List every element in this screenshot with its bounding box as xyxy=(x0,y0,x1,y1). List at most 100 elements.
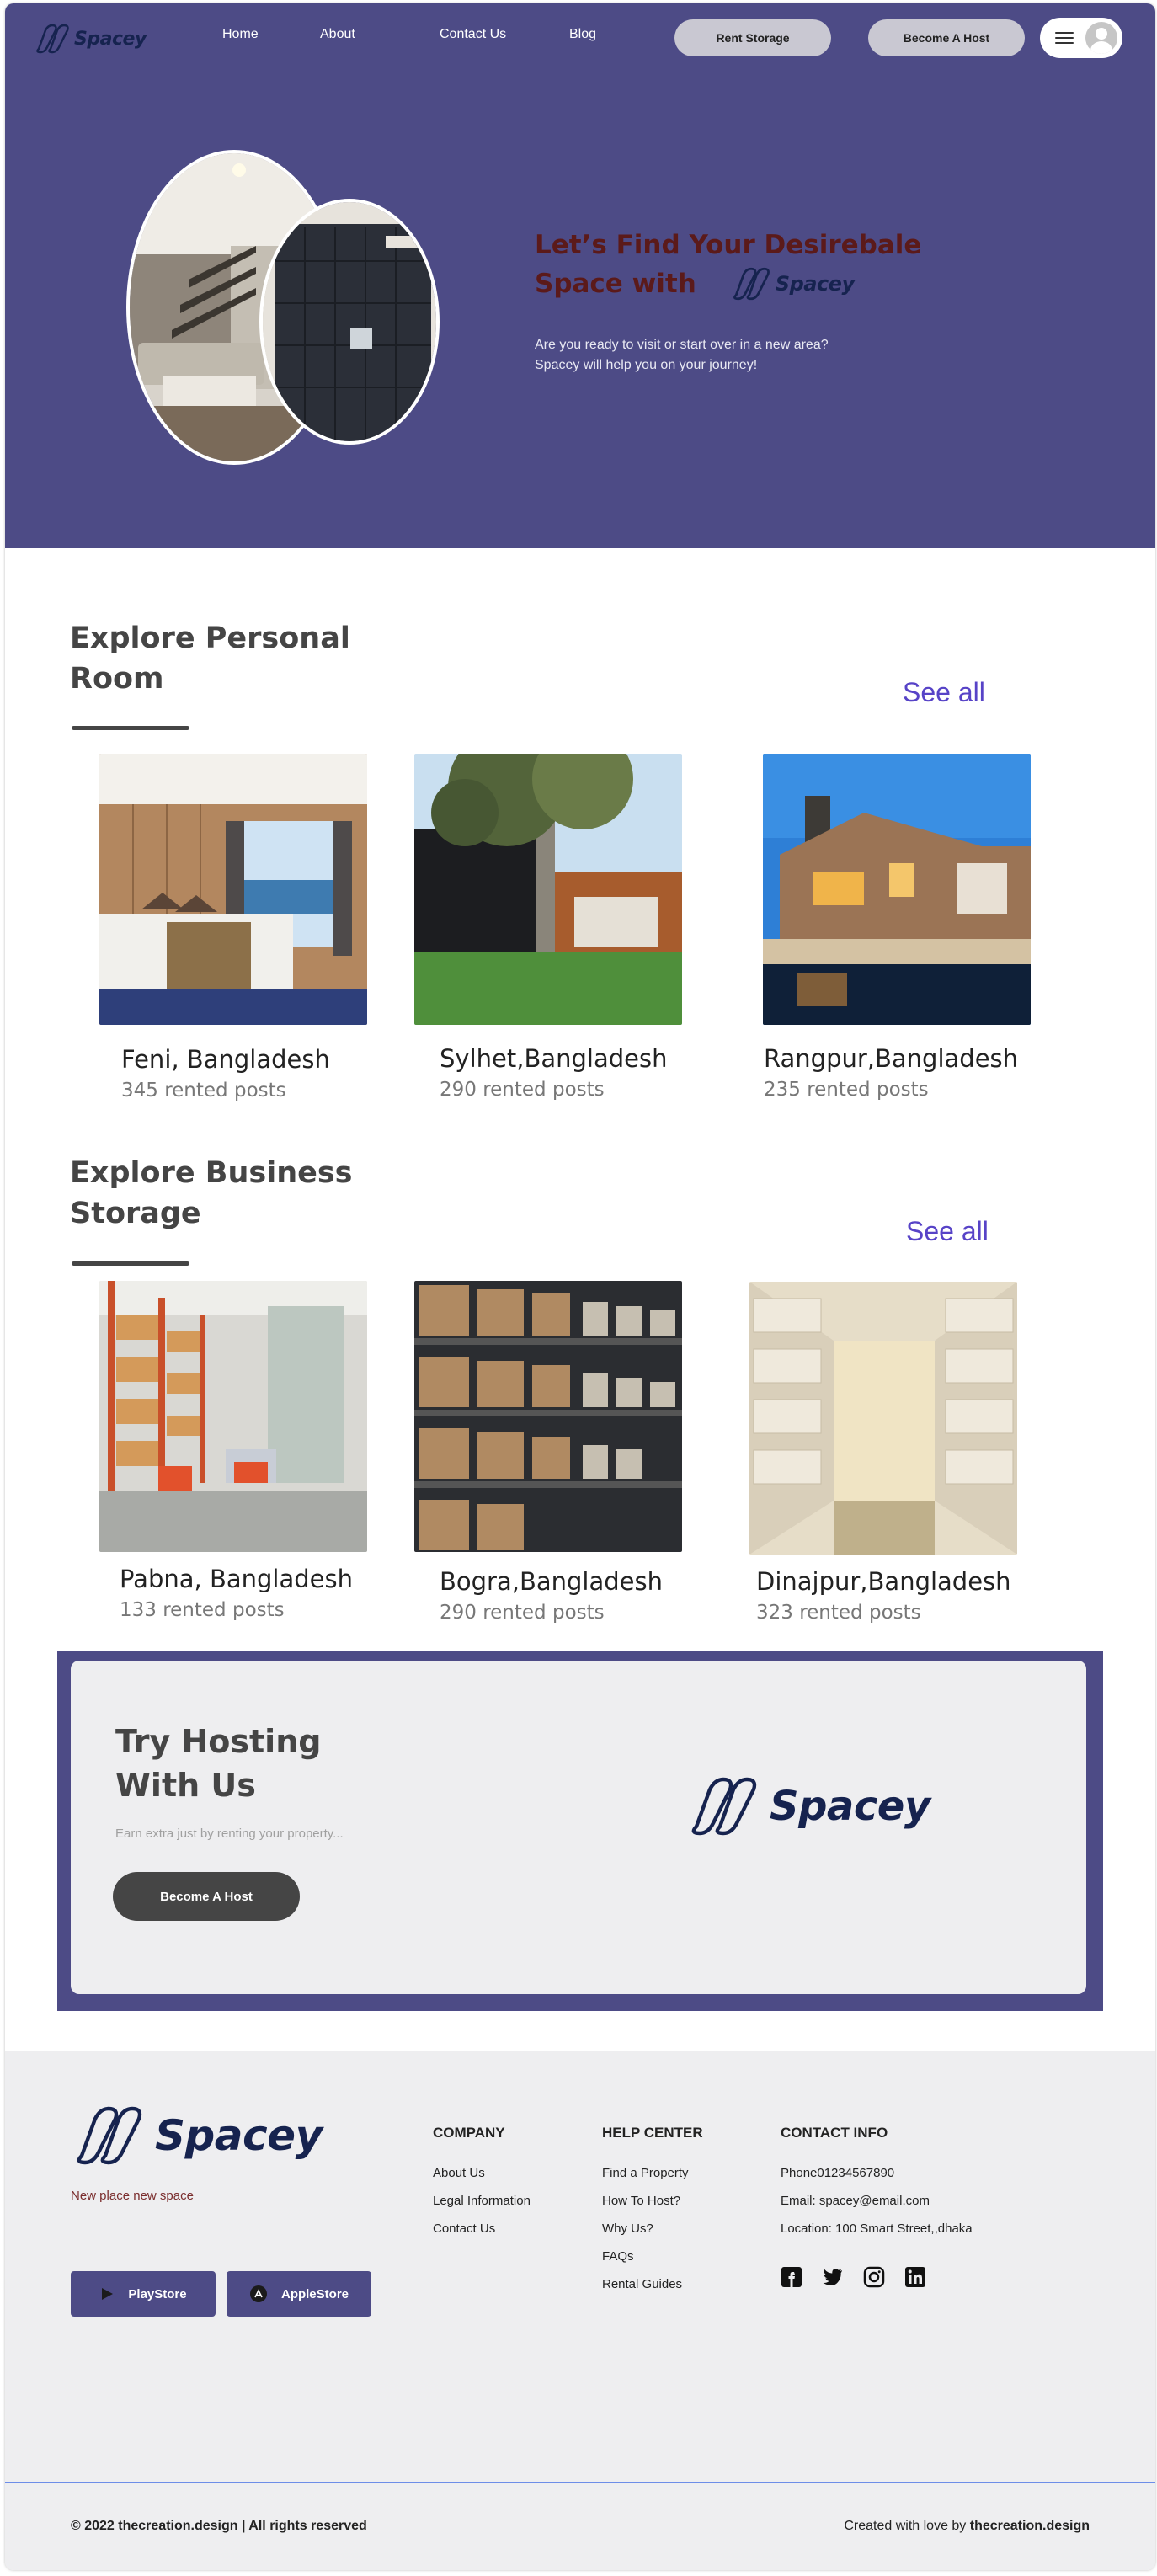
business-section-title: Explore Business Storage xyxy=(70,1153,353,1234)
bedroom-illustration xyxy=(99,754,367,1025)
footer-link-about-us[interactable]: About Us xyxy=(433,2166,485,2180)
footer-link-rental-guides[interactable]: Rental Guides xyxy=(602,2277,682,2291)
become-host-header-button[interactable]: Become A Host xyxy=(868,19,1025,56)
playstore-label: PlayStore xyxy=(128,2286,187,2301)
applestore-button[interactable]: AppleStore xyxy=(227,2271,371,2317)
personal-title-line1: Explore Personal xyxy=(70,621,350,655)
cta-title-line1: Try Hosting xyxy=(115,1723,322,1760)
hero-image-lockers xyxy=(259,199,440,445)
become-host-cta-button[interactable]: Become A Host xyxy=(113,1872,300,1921)
business-title-underline xyxy=(72,1261,189,1266)
hero-section: Spacey Home About Contact Us Blog Rent S… xyxy=(5,3,1155,548)
hero-subtitle-line1: Are you ready to visit or start over in … xyxy=(535,338,829,352)
page: Spacey Home About Contact Us Blog Rent S… xyxy=(5,3,1155,2570)
footer-divider xyxy=(5,2482,1155,2483)
hero-logo-text: Spacey xyxy=(775,272,855,296)
footer-link-how-to-host[interactable]: How To Host? xyxy=(602,2194,680,2208)
hamburger-menu-icon xyxy=(1055,32,1074,44)
header-logo-text: Spacey xyxy=(74,28,147,50)
footer-contact-heading: CONTACT INFO xyxy=(781,2125,888,2141)
rent-storage-button[interactable]: Rent Storage xyxy=(674,19,831,56)
hero-logo-mark-icon xyxy=(733,267,770,301)
play-icon xyxy=(102,2288,114,2300)
footer-logo[interactable]: Spacey xyxy=(69,2105,323,2166)
warehouse-illustration xyxy=(99,1281,367,1552)
facebook-icon[interactable] xyxy=(781,2266,802,2288)
card-image-pabna[interactable] xyxy=(99,1281,367,1552)
logo-mark-icon xyxy=(36,24,69,54)
footer-company-heading: COMPANY xyxy=(433,2125,505,2141)
credit-brand-link[interactable]: thecreation.design xyxy=(970,2519,1090,2533)
card-city-bogra: Bogra,Bangladesh xyxy=(440,1567,663,1596)
card-posts-pabna: 133 rented posts xyxy=(120,1599,285,1621)
hero-title-line2-row: Space with Spacey xyxy=(535,264,921,303)
card-city-pabna: Pabna, Bangladesh xyxy=(120,1565,353,1593)
cta-title: Try Hosting With Us xyxy=(115,1720,321,1807)
card-posts-bogra: 290 rented posts xyxy=(440,1602,605,1624)
footer-link-faqs[interactable]: FAQs xyxy=(602,2249,634,2264)
hero-title-line1: Let’s Find Your Desirebale xyxy=(535,230,922,260)
twitter-icon[interactable] xyxy=(822,2266,844,2288)
card-posts-sylhet: 290 rented posts xyxy=(440,1079,605,1101)
hero-title-line2: Space with xyxy=(535,269,696,299)
card-city-sylhet: Sylhet,Bangladesh xyxy=(440,1044,668,1073)
card-image-bogra[interactable] xyxy=(414,1281,682,1552)
hero-title: Let’s Find Your Desirebale Space with Sp… xyxy=(535,226,921,303)
card-image-sylhet[interactable] xyxy=(414,754,682,1025)
footer-link-find-property[interactable]: Find a Property xyxy=(602,2166,689,2180)
footer-tagline: New place new space xyxy=(71,2189,194,2203)
nav-home[interactable]: Home xyxy=(222,27,259,42)
card-city-rangpur: Rangpur,Bangladesh xyxy=(764,1044,1019,1073)
avatar xyxy=(1085,22,1117,54)
hero-subtitle-line2: Spacey will help you on your journey! xyxy=(535,358,758,372)
footer-link-why-us[interactable]: Why Us? xyxy=(602,2221,653,2236)
cta-title-line2: With Us xyxy=(115,1767,256,1804)
footer-logo-mark-icon xyxy=(77,2106,142,2165)
nav-blog[interactable]: Blog xyxy=(569,27,596,42)
card-image-dinajpur[interactable] xyxy=(749,1282,1017,1555)
cta-logo-mark-icon xyxy=(691,1777,757,1836)
footer-phone: Phone01234567890 xyxy=(781,2166,895,2180)
cta-logo: Spacey xyxy=(684,1776,930,1837)
instagram-icon[interactable] xyxy=(863,2266,885,2288)
archive-illustration xyxy=(749,1282,1017,1555)
shelves-illustration xyxy=(414,1281,682,1552)
lockers-illustration xyxy=(263,202,436,441)
cta-subtitle: Earn extra just by renting your property… xyxy=(115,1827,344,1841)
card-image-feni[interactable] xyxy=(99,754,367,1025)
credit-prefix: Created with love by xyxy=(844,2519,970,2533)
nav-contact-us[interactable]: Contact Us xyxy=(440,27,506,42)
footer-help-heading: HELP CENTER xyxy=(602,2125,703,2141)
card-posts-rangpur: 235 rented posts xyxy=(764,1079,929,1101)
footer-logo-text: Spacey xyxy=(155,2111,323,2160)
hero-subtitle: Are you ready to visit or start over in … xyxy=(535,335,888,376)
credit-text: Created with love by thecreation.design xyxy=(844,2519,1090,2534)
card-posts-feni: 345 rented posts xyxy=(121,1080,286,1101)
applestore-label: AppleStore xyxy=(280,2286,349,2301)
cta-logo-text: Spacey xyxy=(770,1783,930,1830)
card-city-feni: Feni, Bangladesh xyxy=(121,1045,330,1074)
footer-location: Location: 100 Smart Street,,dhaka xyxy=(781,2221,973,2236)
business-see-all-link[interactable]: See all xyxy=(906,1216,989,1247)
card-city-dinajpur: Dinajpur,Bangladesh xyxy=(756,1567,1011,1596)
card-image-rangpur[interactable] xyxy=(763,754,1031,1025)
pool-house-illustration xyxy=(763,754,1031,1025)
nav-about[interactable]: About xyxy=(320,27,355,42)
linkedin-icon[interactable] xyxy=(904,2266,926,2288)
copyright-text: © 2022 thecreation.design | All rights r… xyxy=(71,2519,367,2533)
business-title-line2: Storage xyxy=(70,1197,201,1230)
footer-link-legal-information[interactable]: Legal Information xyxy=(433,2194,531,2208)
personal-section-title: Explore Personal Room xyxy=(70,618,350,699)
business-title-line1: Explore Business xyxy=(70,1156,353,1190)
card-posts-dinajpur: 323 rented posts xyxy=(756,1602,921,1624)
personal-title-underline xyxy=(72,726,189,730)
playstore-button[interactable]: PlayStore xyxy=(71,2271,216,2317)
user-menu[interactable] xyxy=(1040,18,1122,58)
footer-link-contact-us[interactable]: Contact Us xyxy=(433,2221,495,2236)
app-store-icon xyxy=(249,2285,267,2302)
personal-title-line2: Room xyxy=(70,662,164,696)
header-logo[interactable]: Spacey xyxy=(35,24,147,54)
personal-see-all-link[interactable]: See all xyxy=(903,677,985,708)
footer-email: Email: spacey@email.com xyxy=(781,2194,930,2208)
hero-logo: Spacey xyxy=(730,264,855,303)
